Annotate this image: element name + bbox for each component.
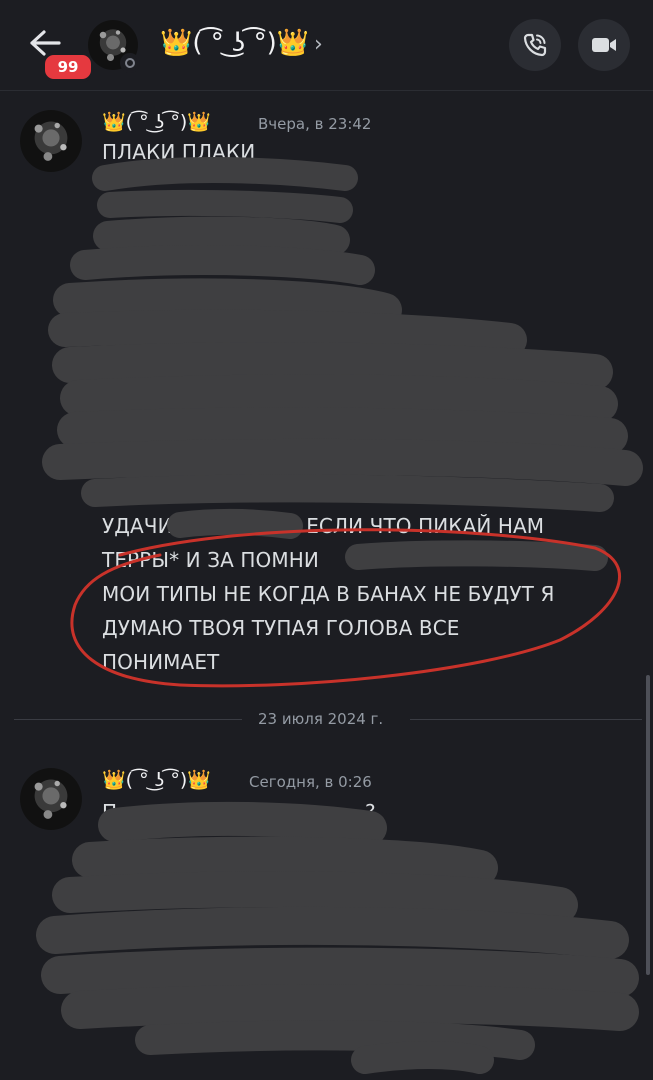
message-text-line: ПОНИМАЕТ [102,650,220,674]
message-timestamp: Сегодня, в 0:26 [249,773,372,791]
status-offline-icon [120,53,140,73]
message-text-line: ? [365,800,376,824]
message-text-line: УДАЧИ [102,514,173,538]
message-text-line: ДУМАЮ ТВОЯ ТУПАЯ ГОЛОВА ВСЕ [102,616,460,640]
video-camera-icon [592,38,616,52]
message-text-line: МОИ ТИПЫ НЕ КОГДА В БАНАХ НЕ БУДУТ Я [102,582,555,606]
date-divider-line [410,719,642,720]
message-text-line: П [102,800,118,824]
message-author-name[interactable]: 👑( ͡° ͜ʖ ͡°)👑 [102,110,211,133]
phone-call-icon [523,33,547,57]
channel-name[interactable]: 👑( ͡° ͜ʖ ͡°)👑 [160,28,309,58]
scrollbar[interactable] [646,675,650,975]
message-timestamp: Вчера, в 23:42 [258,115,372,133]
date-divider-line [14,719,242,720]
unread-count-badge: 99 [42,52,94,82]
chat-header: 99 👑( ͡° ͜ʖ ͡°)👑 › [0,0,653,91]
chevron-right-icon[interactable]: › [314,32,323,57]
message-text-line: ТЕРРЫ* И ЗА ПОМНИ [102,548,319,572]
message-author-avatar[interactable] [20,768,82,830]
message-text-line: Е ЕСЛИ ЧТО ПИКАЙ НАМ [287,514,545,538]
voice-call-button[interactable] [509,19,561,71]
message-text-line: ПЛАКИ ПЛАКИ [102,140,256,164]
redaction-overlay [36,157,643,1074]
date-divider: 23 июля 2024 г. [258,710,384,728]
message-author-avatar[interactable] [20,110,82,172]
video-call-button[interactable] [578,19,630,71]
message-author-name[interactable]: 👑( ͡° ͜ʖ ͡°)👑 [102,768,211,791]
